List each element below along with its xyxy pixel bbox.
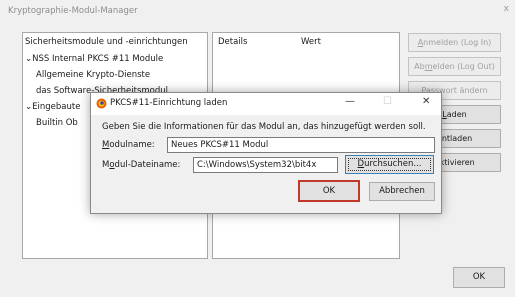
module-name-input[interactable]: Neues PKCS#11 Modul bbox=[167, 137, 435, 153]
access-key: m bbox=[424, 62, 433, 71]
window-title: Kryptographie-Modul-Manager bbox=[8, 6, 138, 16]
close-icon[interactable]: x bbox=[504, 4, 509, 14]
button-label-part: aden bbox=[446, 110, 467, 119]
button-label-part: nmelden (Log In) bbox=[423, 38, 492, 47]
maximize-icon: ☐ bbox=[383, 96, 392, 107]
column-header-details[interactable]: Details bbox=[218, 37, 247, 47]
tree-item-label: Builtin Ob bbox=[36, 118, 78, 128]
login-button[interactable]: Anmelden (Log In) bbox=[408, 33, 501, 52]
label-text: dul-Dateiname: bbox=[114, 160, 181, 170]
tree-item-label: NSS Internal PKCS #11 Module bbox=[32, 54, 164, 64]
browse-button[interactable]: Durchsuchen... bbox=[345, 155, 434, 174]
dialog-title: PKCS#11-Einrichtung laden bbox=[110, 98, 228, 108]
module-file-label: Modul-Dateiname: bbox=[102, 160, 180, 170]
minimize-icon[interactable]: — bbox=[345, 96, 355, 107]
ok-button[interactable]: OK bbox=[453, 267, 505, 288]
close-icon[interactable]: ✕ bbox=[422, 96, 430, 107]
tree-item-builtin[interactable]: ⌄Eingebaute bbox=[25, 102, 80, 112]
load-pkcs11-dialog: PKCS#11-Einrichtung laden — ☐ ✕ Geben Si… bbox=[90, 92, 442, 214]
tree-item-crypto-services[interactable]: Allgemeine Krypto-Dienste bbox=[36, 70, 150, 80]
module-file-input[interactable]: C:\Windows\System32\bit4x bbox=[193, 157, 338, 173]
dialog-ok-button[interactable]: OK bbox=[298, 180, 360, 202]
dialog-titlebar[interactable]: PKCS#11-Einrichtung laden — ☐ ✕ bbox=[91, 93, 441, 115]
tree-column-header[interactable]: Sicherheitsmodule und -einrichtungen bbox=[25, 37, 188, 47]
dialog-prompt: Geben Sie die Informationen für das Modu… bbox=[102, 122, 426, 132]
tree-item-label: Eingebaute bbox=[32, 102, 81, 112]
label-text: odulname: bbox=[109, 140, 155, 150]
button-label-part: elden (Log Out) bbox=[432, 62, 495, 71]
tree-item-nss-internal[interactable]: ⌄NSS Internal PKCS #11 Module bbox=[25, 54, 163, 64]
button-label-part: urchsuchen... bbox=[364, 159, 422, 169]
firefox-icon bbox=[96, 98, 107, 112]
column-header-value[interactable]: Wert bbox=[301, 37, 321, 47]
module-name-label: Modulname: bbox=[102, 140, 155, 150]
tree-item-builtin-objects[interactable]: Builtin Ob bbox=[36, 118, 78, 128]
tree-item-label: Allgemeine Krypto-Dienste bbox=[36, 70, 151, 80]
logout-button[interactable]: Abmelden (Log Out) bbox=[408, 57, 501, 76]
button-label-part: ntladen bbox=[441, 134, 473, 143]
button-label-part: Ab bbox=[414, 62, 425, 71]
button-label-part: ktivieren bbox=[439, 158, 475, 167]
dialog-cancel-button[interactable]: Abbrechen bbox=[369, 182, 435, 201]
